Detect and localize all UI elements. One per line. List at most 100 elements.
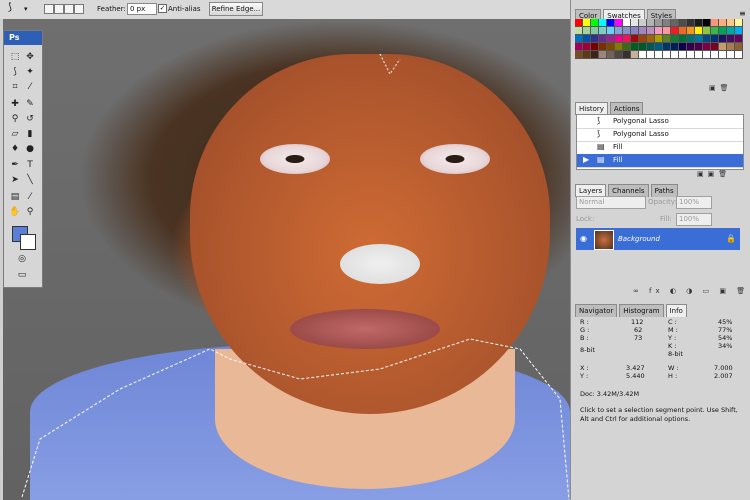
swatch[interactable] xyxy=(655,27,663,35)
swatch[interactable] xyxy=(647,43,655,51)
move-tool-icon[interactable]: ✥ xyxy=(24,51,36,63)
history-item[interactable]: ▤ Fill xyxy=(577,141,743,155)
lasso-tool-preset-icon[interactable]: ⟆ xyxy=(8,2,12,13)
swatch[interactable] xyxy=(607,51,615,59)
hand-tool-icon[interactable]: ✋ xyxy=(9,206,21,218)
anti-alias-checkbox[interactable]: ✓ xyxy=(158,4,167,13)
swatch[interactable] xyxy=(583,19,591,27)
gradient-tool-icon[interactable]: ▮ xyxy=(24,128,36,140)
swatch[interactable] xyxy=(647,19,655,27)
swatch[interactable] xyxy=(615,43,623,51)
swatch[interactable] xyxy=(591,43,599,51)
swatch[interactable] xyxy=(727,19,735,27)
swatch[interactable] xyxy=(607,27,615,35)
swatch[interactable] xyxy=(719,19,727,27)
swatches-grid[interactable] xyxy=(575,19,743,71)
subtract-from-selection-icon[interactable] xyxy=(64,4,74,14)
swatch[interactable] xyxy=(623,43,631,51)
swatch[interactable] xyxy=(607,43,615,51)
swatch[interactable] xyxy=(679,35,687,43)
history-item[interactable]: ⟆ Polygonal Lasso xyxy=(577,128,743,142)
swatch[interactable] xyxy=(679,27,687,35)
history-brush-tool-icon[interactable]: ↺ xyxy=(24,113,36,125)
pen-tool-icon[interactable]: ✒ xyxy=(9,159,21,171)
opacity-input[interactable]: 100% xyxy=(676,196,712,209)
swatch[interactable] xyxy=(719,43,727,51)
swatch[interactable] xyxy=(719,27,727,35)
swatch[interactable] xyxy=(735,35,743,43)
swatch[interactable] xyxy=(687,35,695,43)
marquee-tool-icon[interactable]: ⬚ xyxy=(9,51,21,63)
swatch[interactable] xyxy=(671,43,679,51)
swatch[interactable] xyxy=(599,19,607,27)
zoom-tool-icon[interactable]: ⚲ xyxy=(24,206,36,218)
swatch[interactable] xyxy=(735,43,743,51)
swatch[interactable] xyxy=(695,27,703,35)
intersect-selection-icon[interactable] xyxy=(74,4,84,14)
preset-dropdown-icon[interactable]: ▾ xyxy=(24,5,28,13)
swatch[interactable] xyxy=(719,35,727,43)
blend-mode-select[interactable]: Normal xyxy=(576,196,646,209)
swatch[interactable] xyxy=(623,19,631,27)
swatch[interactable] xyxy=(607,35,615,43)
swatch[interactable] xyxy=(735,27,743,35)
swatch[interactable] xyxy=(703,19,711,27)
swatch[interactable] xyxy=(703,43,711,51)
swatch[interactable] xyxy=(695,51,703,59)
swatch[interactable] xyxy=(711,43,719,51)
swatch[interactable] xyxy=(687,19,695,27)
swatch[interactable] xyxy=(623,27,631,35)
swatch[interactable] xyxy=(679,51,687,59)
swatch[interactable] xyxy=(583,43,591,51)
swatch[interactable] xyxy=(679,43,687,51)
swatch[interactable] xyxy=(647,27,655,35)
fill-input[interactable]: 100% xyxy=(676,213,712,226)
blur-tool-icon[interactable]: ♦ xyxy=(9,143,21,155)
swatch[interactable] xyxy=(671,27,679,35)
swatch[interactable] xyxy=(663,19,671,27)
eyedropper-sample-tool-icon[interactable]: ⁄ xyxy=(24,191,36,203)
visibility-eye-icon[interactable]: ◉ xyxy=(580,234,587,243)
screen-mode-icon[interactable]: ▭ xyxy=(16,269,28,281)
swatch[interactable] xyxy=(639,35,647,43)
swatch[interactable] xyxy=(711,27,719,35)
layer-row-background[interactable]: ◉ Background 🔒 xyxy=(576,228,740,250)
swatch[interactable] xyxy=(615,51,623,59)
swatch[interactable] xyxy=(703,27,711,35)
swatch[interactable] xyxy=(711,35,719,43)
swatch[interactable] xyxy=(591,51,599,59)
swatch[interactable] xyxy=(631,27,639,35)
swatch[interactable] xyxy=(591,27,599,35)
history-actions-icons[interactable]: ▣▣🗑 xyxy=(697,170,731,178)
crop-tool-icon[interactable]: ⌗ xyxy=(9,81,21,93)
swatch[interactable] xyxy=(583,27,591,35)
swatch[interactable] xyxy=(655,43,663,51)
eraser-tool-icon[interactable]: ▱ xyxy=(9,128,21,140)
layers-actions-icons[interactable]: ∞ fx ◐ ◑ ▭ ▣ 🗑 xyxy=(633,287,749,295)
history-item-selected[interactable]: ▶ ▤ Fill xyxy=(577,154,743,168)
swatch[interactable] xyxy=(639,51,647,59)
swatch[interactable] xyxy=(599,27,607,35)
swatch[interactable] xyxy=(671,51,679,59)
swatch[interactable] xyxy=(663,51,671,59)
swatch[interactable] xyxy=(735,51,743,59)
swatch[interactable] xyxy=(631,43,639,51)
swatch[interactable] xyxy=(599,51,607,59)
background-color-swatch[interactable] xyxy=(20,234,36,250)
history-item[interactable]: ⟆ Polygonal Lasso xyxy=(577,115,743,129)
swatch[interactable] xyxy=(711,51,719,59)
healing-brush-tool-icon[interactable]: ✚ xyxy=(9,98,21,110)
swatch[interactable] xyxy=(575,19,583,27)
swatch[interactable] xyxy=(623,35,631,43)
feather-input[interactable]: 0 px xyxy=(127,3,157,15)
add-to-selection-icon[interactable] xyxy=(54,4,64,14)
swatch[interactable] xyxy=(583,51,591,59)
swatch[interactable] xyxy=(703,51,711,59)
panel-menu-icon[interactable]: ≡ xyxy=(739,9,746,18)
swatch[interactable] xyxy=(631,51,639,59)
swatch[interactable] xyxy=(695,35,703,43)
eyedropper-tool-icon[interactable]: ⁄ xyxy=(24,81,36,93)
magic-wand-tool-icon[interactable]: ✦ xyxy=(24,66,36,78)
swatch[interactable] xyxy=(591,35,599,43)
swatch[interactable] xyxy=(575,35,583,43)
